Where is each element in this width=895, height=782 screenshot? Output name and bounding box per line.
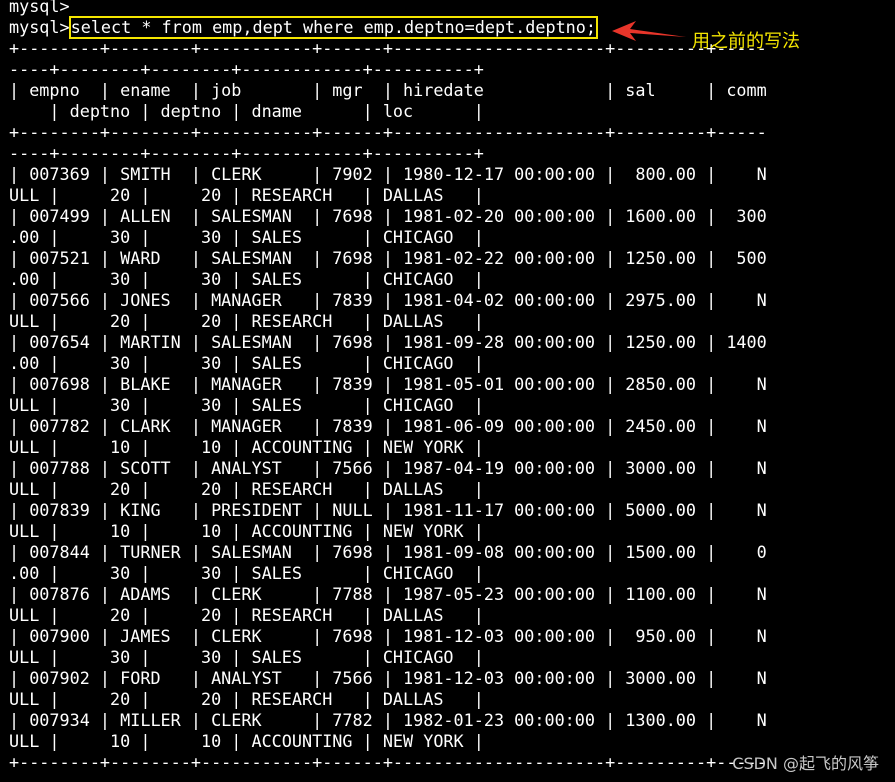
table-row-line: ULL | 30 | 30 | SALES | CHICAGO | [9,647,484,667]
table-border-line: ----+--------+--------+------------+----… [9,143,484,163]
query-result-table: +--------+--------+-----------+------+--… [9,38,895,773]
table-row-line: | 007876 | ADAMS | CLERK | 7788 | 1987-0… [9,584,767,604]
table-row-line: ULL | 20 | 20 | RESEARCH | DALLAS | [9,479,484,499]
table-row-line: | 007521 | WARD | SALESMAN | 7698 | 1981… [9,248,767,268]
table-row-line: | 007654 | MARTIN | SALESMAN | 7698 | 19… [9,332,767,352]
table-border-line: ----+--------+--------+------------+----… [9,59,484,79]
table-row-line: ULL | 20 | 20 | RESEARCH | DALLAS | [9,185,484,205]
table-row-line: | 007499 | ALLEN | SALESMAN | 7698 | 198… [9,206,767,226]
table-row-line: .00 | 30 | 30 | SALES | CHICAGO | [9,269,484,289]
table-row-line: ULL | 30 | 30 | SALES | CHICAGO | [9,395,484,415]
table-row-line: | 007566 | JONES | MANAGER | 7839 | 1981… [9,290,767,310]
annotation-label: 用之前的写法 [692,31,800,52]
table-row-line: ULL | 10 | 10 | ACCOUNTING | NEW YORK | [9,731,484,751]
table-row-line: .00 | 30 | 30 | SALES | CHICAGO | [9,563,484,583]
table-row-line: | 007698 | BLAKE | MANAGER | 7839 | 1981… [9,374,767,394]
table-row-line: ULL | 20 | 20 | RESEARCH | DALLAS | [9,689,484,709]
table-row-line: ULL | 20 | 20 | RESEARCH | DALLAS | [9,311,484,331]
table-border-line: +--------+--------+-----------+------+--… [9,122,767,142]
prompt-line: mysql> [9,0,70,16]
table-row-line: .00 | 30 | 30 | SALES | CHICAGO | [9,227,484,247]
csdn-watermark: CSDN @起飞的风筝 [732,754,879,773]
table-row-line: | 007782 | CLARK | MANAGER | 7839 | 1981… [9,416,767,436]
table-row-line: | 007902 | FORD | ANALYST | 7566 | 1981-… [9,668,767,688]
table-row-line: | 007788 | SCOTT | ANALYST | 7566 | 1987… [9,458,767,478]
table-row-line: | deptno | deptno | dname | loc | [9,101,484,121]
terminal-window: mysql> mysql>select * from emp,dept wher… [9,0,895,782]
table-row-line: | 007369 | SMITH | CLERK | 7902 | 1980-1… [9,164,767,184]
table-row-line: | 007934 | MILLER | CLERK | 7782 | 1982-… [9,710,767,730]
table-row-line: ULL | 10 | 10 | ACCOUNTING | NEW YORK | [9,437,484,457]
table-row-line: | 007844 | TURNER | SALESMAN | 7698 | 19… [9,542,767,562]
table-row-line: .00 | 30 | 30 | SALES | CHICAGO | [9,353,484,373]
table-row-line: | 007900 | JAMES | CLERK | 7698 | 1981-1… [9,626,767,646]
table-row-line: ULL | 10 | 10 | ACCOUNTING | NEW YORK | [9,521,484,541]
prompt: mysql> [9,17,70,37]
table-row-line: | 007839 | KING | PRESIDENT | NULL | 198… [9,500,767,520]
annotation-arrow-icon [612,21,686,41]
table-row-line: ULL | 20 | 20 | RESEARCH | DALLAS | [9,605,484,625]
highlighted-command[interactable]: select * from emp,dept where emp.deptno=… [68,16,599,39]
table-row-line: | empno | ename | job | mgr | hiredate |… [9,80,767,100]
